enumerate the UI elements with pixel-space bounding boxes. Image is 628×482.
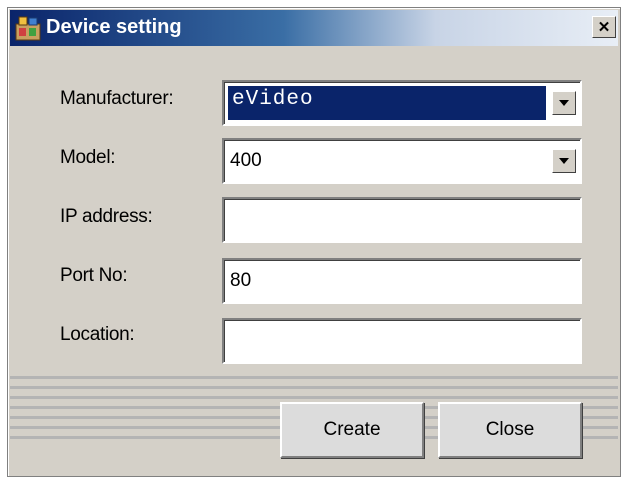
manufacturer-combobox[interactable]: eVideo: [222, 80, 582, 126]
port-value: 80: [230, 270, 252, 291]
title-bar[interactable]: Device setting ✕: [10, 10, 618, 46]
manufacturer-value: eVideo: [232, 88, 314, 111]
chevron-down-icon: [559, 158, 569, 164]
model-combobox[interactable]: 400: [222, 138, 582, 184]
divider-stripe: [10, 376, 618, 379]
ip-address-label: IP address:: [60, 206, 153, 227]
manufacturer-dropdown-button[interactable]: [552, 91, 576, 115]
ip-address-input[interactable]: [222, 197, 582, 243]
chevron-down-icon: [559, 100, 569, 106]
window-title: Device setting: [46, 16, 182, 38]
model-label: Model:: [60, 147, 116, 168]
model-dropdown-button[interactable]: [552, 149, 576, 173]
divider-stripe: [10, 396, 618, 399]
model-value: 400: [230, 150, 262, 171]
close-button[interactable]: Close: [438, 402, 582, 458]
device-setting-dialog: Device setting ✕ Manufacturer: eVideo Mo…: [7, 7, 621, 477]
close-icon: ✕: [597, 18, 611, 36]
divider-stripe: [10, 386, 618, 389]
app-icon: [15, 16, 41, 41]
create-button[interactable]: Create: [280, 402, 424, 458]
manufacturer-label: Manufacturer:: [60, 88, 174, 109]
location-input[interactable]: [222, 318, 582, 364]
close-window-button[interactable]: ✕: [592, 16, 616, 38]
location-label: Location:: [60, 324, 135, 345]
port-input[interactable]: 80: [222, 258, 582, 304]
port-label: Port No:: [60, 265, 128, 286]
manufacturer-selection: eVideo: [228, 86, 546, 120]
